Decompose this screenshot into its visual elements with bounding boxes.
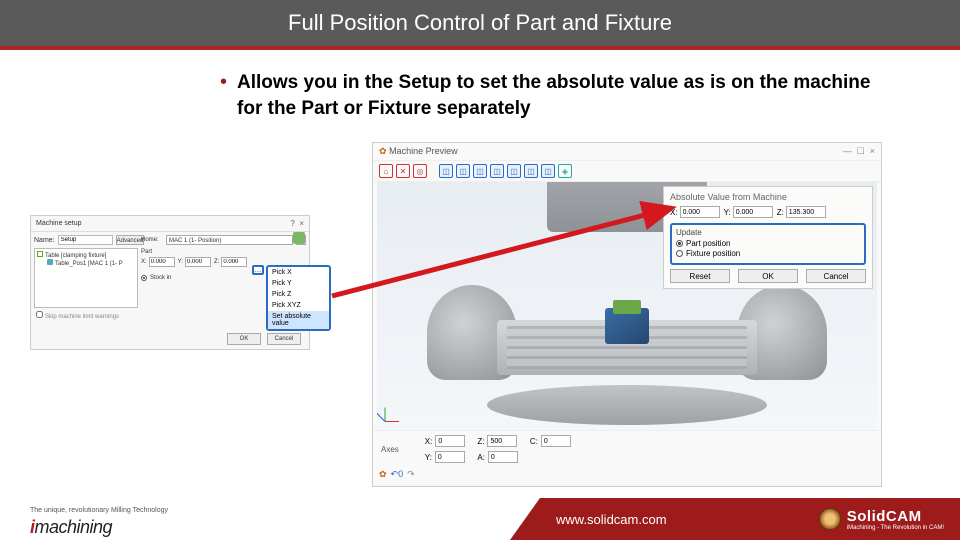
view-icon-1[interactable]: ◫: [439, 164, 453, 178]
abs-x-label: X:: [670, 208, 678, 217]
bullet-text: Allows you in the Setup to set the absol…: [237, 70, 900, 121]
stock-in-radio[interactable]: [141, 275, 147, 281]
menu-set-absolute[interactable]: Set absolute value: [268, 311, 329, 329]
fixture-position-label: Fixture position: [686, 249, 740, 258]
preview-toolbar: ⌂ ✕ ◎ ◫ ◫ ◫ ◫ ◫ ◫ ◫ ◈: [373, 161, 881, 182]
abs-z-input[interactable]: [786, 206, 826, 218]
setup-x-input[interactable]: [149, 257, 175, 267]
bullet-area: • Allows you in the Setup to set the abs…: [0, 50, 960, 131]
solidcam-name: SolidCAM: [847, 508, 944, 525]
machine-preview-window: ✿ Machine Preview — ☐ × ⌂ ✕ ◎ ◫ ◫ ◫ ◫ ◫ …: [372, 142, 882, 487]
axes-y-label: Y:: [425, 453, 432, 462]
solidcam-tagline: iMachining - The Revolution in CAM!: [847, 525, 944, 531]
abs-panel-title: Absolute Value from Machine: [670, 192, 866, 202]
part-more-button[interactable]: …: [252, 265, 264, 275]
advanced-button[interactable]: Advanced: [116, 235, 145, 245]
view-icon-4[interactable]: ◫: [490, 164, 504, 178]
axes-a-input[interactable]: [488, 451, 518, 463]
setup-y-label: Y:: [178, 259, 183, 265]
footer-icon-1[interactable]: ✿: [379, 469, 387, 480]
axes-y-input[interactable]: [435, 451, 465, 463]
preview-title: Machine Preview: [389, 146, 458, 156]
axis-triad-icon: [381, 398, 409, 426]
slide-footer: The unique, revolutionary Milling Techno…: [0, 498, 960, 540]
update-group: Update Part position Fixture position: [670, 223, 866, 265]
preview-window-controls[interactable]: — ☐ ×: [843, 146, 875, 157]
axes-c-label: C:: [530, 437, 538, 446]
abs-y-label: Y:: [724, 208, 731, 217]
setup-cancel-button[interactable]: Cancel: [267, 333, 301, 345]
part-position-label: Part position: [686, 239, 730, 248]
menu-pick-xyz[interactable]: Pick XYZ: [268, 300, 329, 311]
setup-z-input[interactable]: [221, 257, 247, 267]
view-icon-2[interactable]: ◫: [456, 164, 470, 178]
slide-header: Full Position Control of Part and Fixtur…: [0, 0, 960, 46]
tree-item-pos[interactable]: Table_Pos1 [MAC 1 (1- P: [55, 261, 123, 267]
toolbar-icon-2[interactable]: ✕: [396, 164, 410, 178]
menu-pick-z[interactable]: Pick Z: [268, 289, 329, 300]
fixture-tree[interactable]: Table [clamping fixture] Table_Pos1 [MAC…: [34, 248, 138, 308]
imachining-tagline: The unique, revolutionary Milling Techno…: [30, 507, 168, 514]
preview-footer-toolbar: ✿ ↶0 ↷: [373, 467, 881, 482]
abs-y-input[interactable]: [733, 206, 773, 218]
name-label: Name:: [34, 237, 55, 244]
preview-3d-view[interactable]: Absolute Value from Machine X: Y: Z: Upd…: [377, 182, 877, 430]
abs-ok-button[interactable]: OK: [738, 269, 798, 283]
footer-url: www.solidcam.com: [556, 512, 667, 527]
abs-cancel-button[interactable]: Cancel: [806, 269, 866, 283]
part-position-radio[interactable]: [676, 240, 683, 247]
view-icon-3[interactable]: ◫: [473, 164, 487, 178]
bullet-dot: •: [220, 70, 227, 94]
save-icon[interactable]: [293, 232, 305, 244]
setup-window-controls[interactable]: ? ×: [290, 219, 304, 228]
pick-context-menu: Pick X Pick Y Pick Z Pick XYZ Set absolu…: [266, 265, 331, 331]
setup-x-label: X:: [141, 259, 147, 265]
axes-z-label: Z:: [477, 437, 484, 446]
skip-warnings-label: Skip machine limit warnings: [45, 314, 119, 320]
stock-in-label: Stock in: [150, 275, 171, 281]
part-model: [605, 308, 649, 344]
imachining-logo: The unique, revolutionary Milling Techno…: [30, 517, 112, 538]
axes-x-input[interactable]: [435, 435, 465, 447]
home-select[interactable]: MAC 1 (1- Position): [166, 235, 293, 245]
axes-a-label: A:: [477, 453, 485, 462]
menu-pick-y[interactable]: Pick Y: [268, 278, 329, 289]
axes-label: Axes: [381, 445, 399, 454]
view-icon-6[interactable]: ◫: [524, 164, 538, 178]
menu-pick-x[interactable]: Pick X: [268, 267, 329, 278]
setup-z-label: Z:: [214, 259, 219, 265]
axes-panel: Axes X: Y: Z: A: C: -: [373, 430, 881, 467]
name-input[interactable]: [58, 235, 113, 245]
setup-ok-button[interactable]: OK: [227, 333, 261, 345]
setup-y-input[interactable]: [185, 257, 211, 267]
setup-dialog-title: Machine setup: [36, 220, 82, 227]
axes-z-input[interactable]: [487, 435, 517, 447]
axes-x-label: X:: [425, 437, 433, 446]
gear-icon: [819, 508, 841, 530]
view-icon-7[interactable]: ◫: [541, 164, 555, 178]
view-icon-iso[interactable]: ◈: [558, 164, 572, 178]
abs-reset-button[interactable]: Reset: [670, 269, 730, 283]
footer-icon-3[interactable]: ↷: [407, 469, 415, 480]
solidcam-logo: SolidCAM iMachining - The Revolution in …: [819, 508, 944, 531]
part-label: Part: [141, 249, 306, 255]
update-label: Update: [676, 228, 860, 237]
abs-x-input[interactable]: [680, 206, 720, 218]
skip-warnings-checkbox[interactable]: [36, 311, 43, 318]
machine-table: [437, 280, 817, 410]
toolbar-icon-3[interactable]: ◎: [413, 164, 427, 178]
footer-icon-2[interactable]: ↶0: [391, 469, 404, 480]
fixture-position-radio[interactable]: [676, 250, 683, 257]
absolute-value-panel: Absolute Value from Machine X: Y: Z: Upd…: [663, 186, 873, 289]
home-label: Home:: [141, 237, 163, 243]
abs-z-label: Z:: [777, 208, 784, 217]
toolbar-icon-1[interactable]: ⌂: [379, 164, 393, 178]
view-icon-5[interactable]: ◫: [507, 164, 521, 178]
axes-c-input[interactable]: [541, 435, 571, 447]
